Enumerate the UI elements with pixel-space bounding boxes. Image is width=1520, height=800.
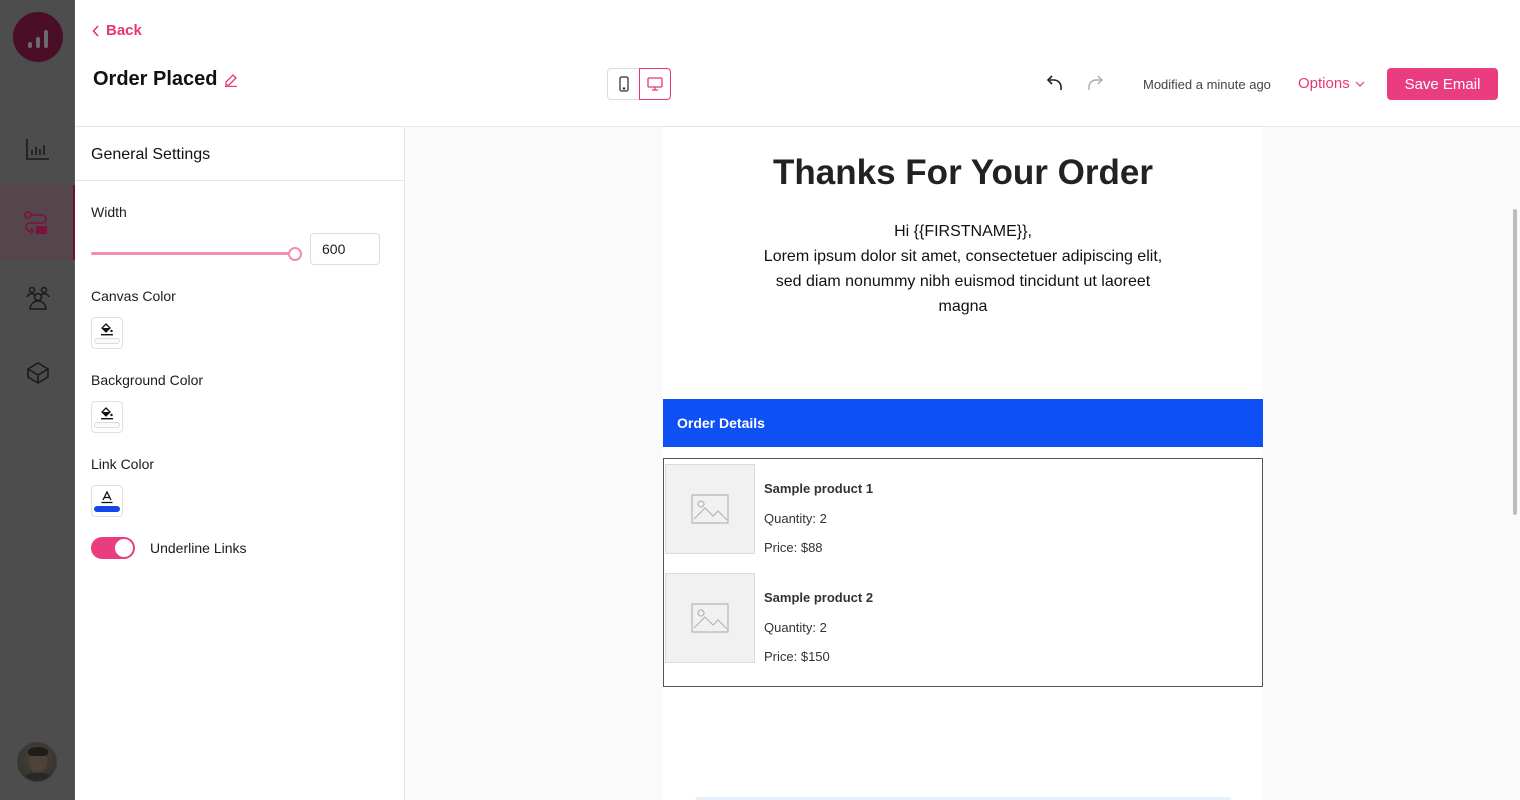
product-row: Sample product 2 Quantity: 2 Price: $150 [665, 573, 1255, 664]
width-label: Width [91, 204, 127, 220]
product-image-placeholder [665, 573, 755, 663]
link-color-picker[interactable] [91, 485, 123, 517]
email-body-text: Lorem ipsum dolor sit amet, consectetuer… [763, 248, 1163, 315]
underline-links-toggle[interactable] [91, 537, 135, 559]
link-color-label: Link Color [91, 456, 155, 472]
background-color-picker[interactable] [91, 401, 123, 433]
chevron-left-icon [92, 24, 99, 37]
email-name: Order Placed [93, 68, 218, 90]
background-color-label: Background Color [91, 372, 204, 388]
undo-icon[interactable] [1046, 74, 1064, 92]
chevron-down-icon [1355, 81, 1365, 87]
mobile-preview-button[interactable] [607, 68, 639, 100]
desktop-icon [647, 77, 663, 91]
mobile-icon [618, 76, 629, 92]
width-slider[interactable] [91, 246, 302, 262]
email-text-block[interactable]: Hi {{FIRSTNAME}}, Lorem ipsum dolor sit … [763, 219, 1163, 319]
width-input[interactable] [310, 233, 380, 265]
width-slider-thumb[interactable] [288, 247, 302, 261]
image-placeholder-icon [691, 494, 729, 524]
canvas-scrollbar[interactable] [1513, 209, 1517, 515]
canvas-color-picker[interactable] [91, 317, 123, 349]
save-email-button[interactable]: Save Email [1387, 68, 1498, 100]
product-price: Price: $88 [764, 540, 823, 555]
user-avatar[interactable] [17, 742, 57, 782]
order-details-header[interactable]: Order Details [663, 399, 1263, 447]
toggle-knob [115, 539, 133, 557]
sidebar-item-automations[interactable] [0, 185, 75, 260]
device-preview-toggle [607, 68, 671, 100]
general-settings-panel: General Settings Width Canvas Color Back… [75, 127, 405, 800]
automation-flow-icon [23, 210, 47, 234]
contacts-group-icon [25, 286, 50, 310]
redo-icon[interactable] [1086, 74, 1104, 92]
product-quantity: Quantity: 2 [764, 620, 827, 635]
link-color-preview [94, 506, 120, 512]
modified-status: Modified a minute ago [1143, 77, 1271, 92]
paint-bucket-icon [101, 407, 113, 420]
image-placeholder-icon [691, 603, 729, 633]
canvas-color-preview [94, 338, 120, 344]
desktop-preview-button[interactable] [639, 68, 671, 100]
product-quantity: Quantity: 2 [764, 511, 827, 526]
underline-links-label: Underline Links [150, 540, 247, 556]
product-name: Sample product 1 [764, 481, 874, 496]
bar-chart-icon [25, 138, 49, 160]
app-sidebar [0, 0, 75, 800]
email-canvas: Thanks For Your Order Hi {{FIRSTNAME}}, … [405, 127, 1520, 800]
sidebar-item-contacts[interactable] [0, 260, 75, 335]
options-dropdown[interactable]: Options [1298, 75, 1365, 92]
width-slider-track [91, 252, 289, 255]
box-icon [26, 361, 49, 384]
edit-pencil-icon[interactable] [224, 73, 238, 87]
text-color-icon [101, 491, 113, 504]
page-title: Order Placed [93, 68, 238, 91]
email-heading[interactable]: Thanks For Your Order [663, 153, 1263, 193]
panel-heading: General Settings [75, 127, 404, 181]
sidebar-item-integrations[interactable] [0, 335, 75, 410]
back-label: Back [106, 22, 142, 39]
background-color-preview [94, 422, 120, 428]
order-items-block[interactable]: Sample product 1 Quantity: 2 Price: $88 … [663, 458, 1263, 687]
back-link[interactable]: Back [92, 22, 142, 39]
product-name: Sample product 2 [764, 590, 874, 605]
email-greeting: Hi {{FIRSTNAME}}, [894, 223, 1032, 240]
sidebar-item-reports[interactable] [0, 111, 75, 186]
product-price: Price: $150 [764, 649, 830, 664]
editor-header: Back Order Placed Modified a minute ago … [75, 0, 1520, 127]
options-label: Options [1298, 75, 1350, 92]
product-image-placeholder [665, 464, 755, 554]
paint-bucket-icon [101, 323, 113, 336]
product-row: Sample product 1 Quantity: 2 Price: $88 [665, 464, 1255, 555]
email-preview: Thanks For Your Order Hi {{FIRSTNAME}}, … [663, 127, 1263, 800]
canvas-color-label: Canvas Color [91, 288, 176, 304]
analytics-logo-icon[interactable] [13, 12, 63, 62]
